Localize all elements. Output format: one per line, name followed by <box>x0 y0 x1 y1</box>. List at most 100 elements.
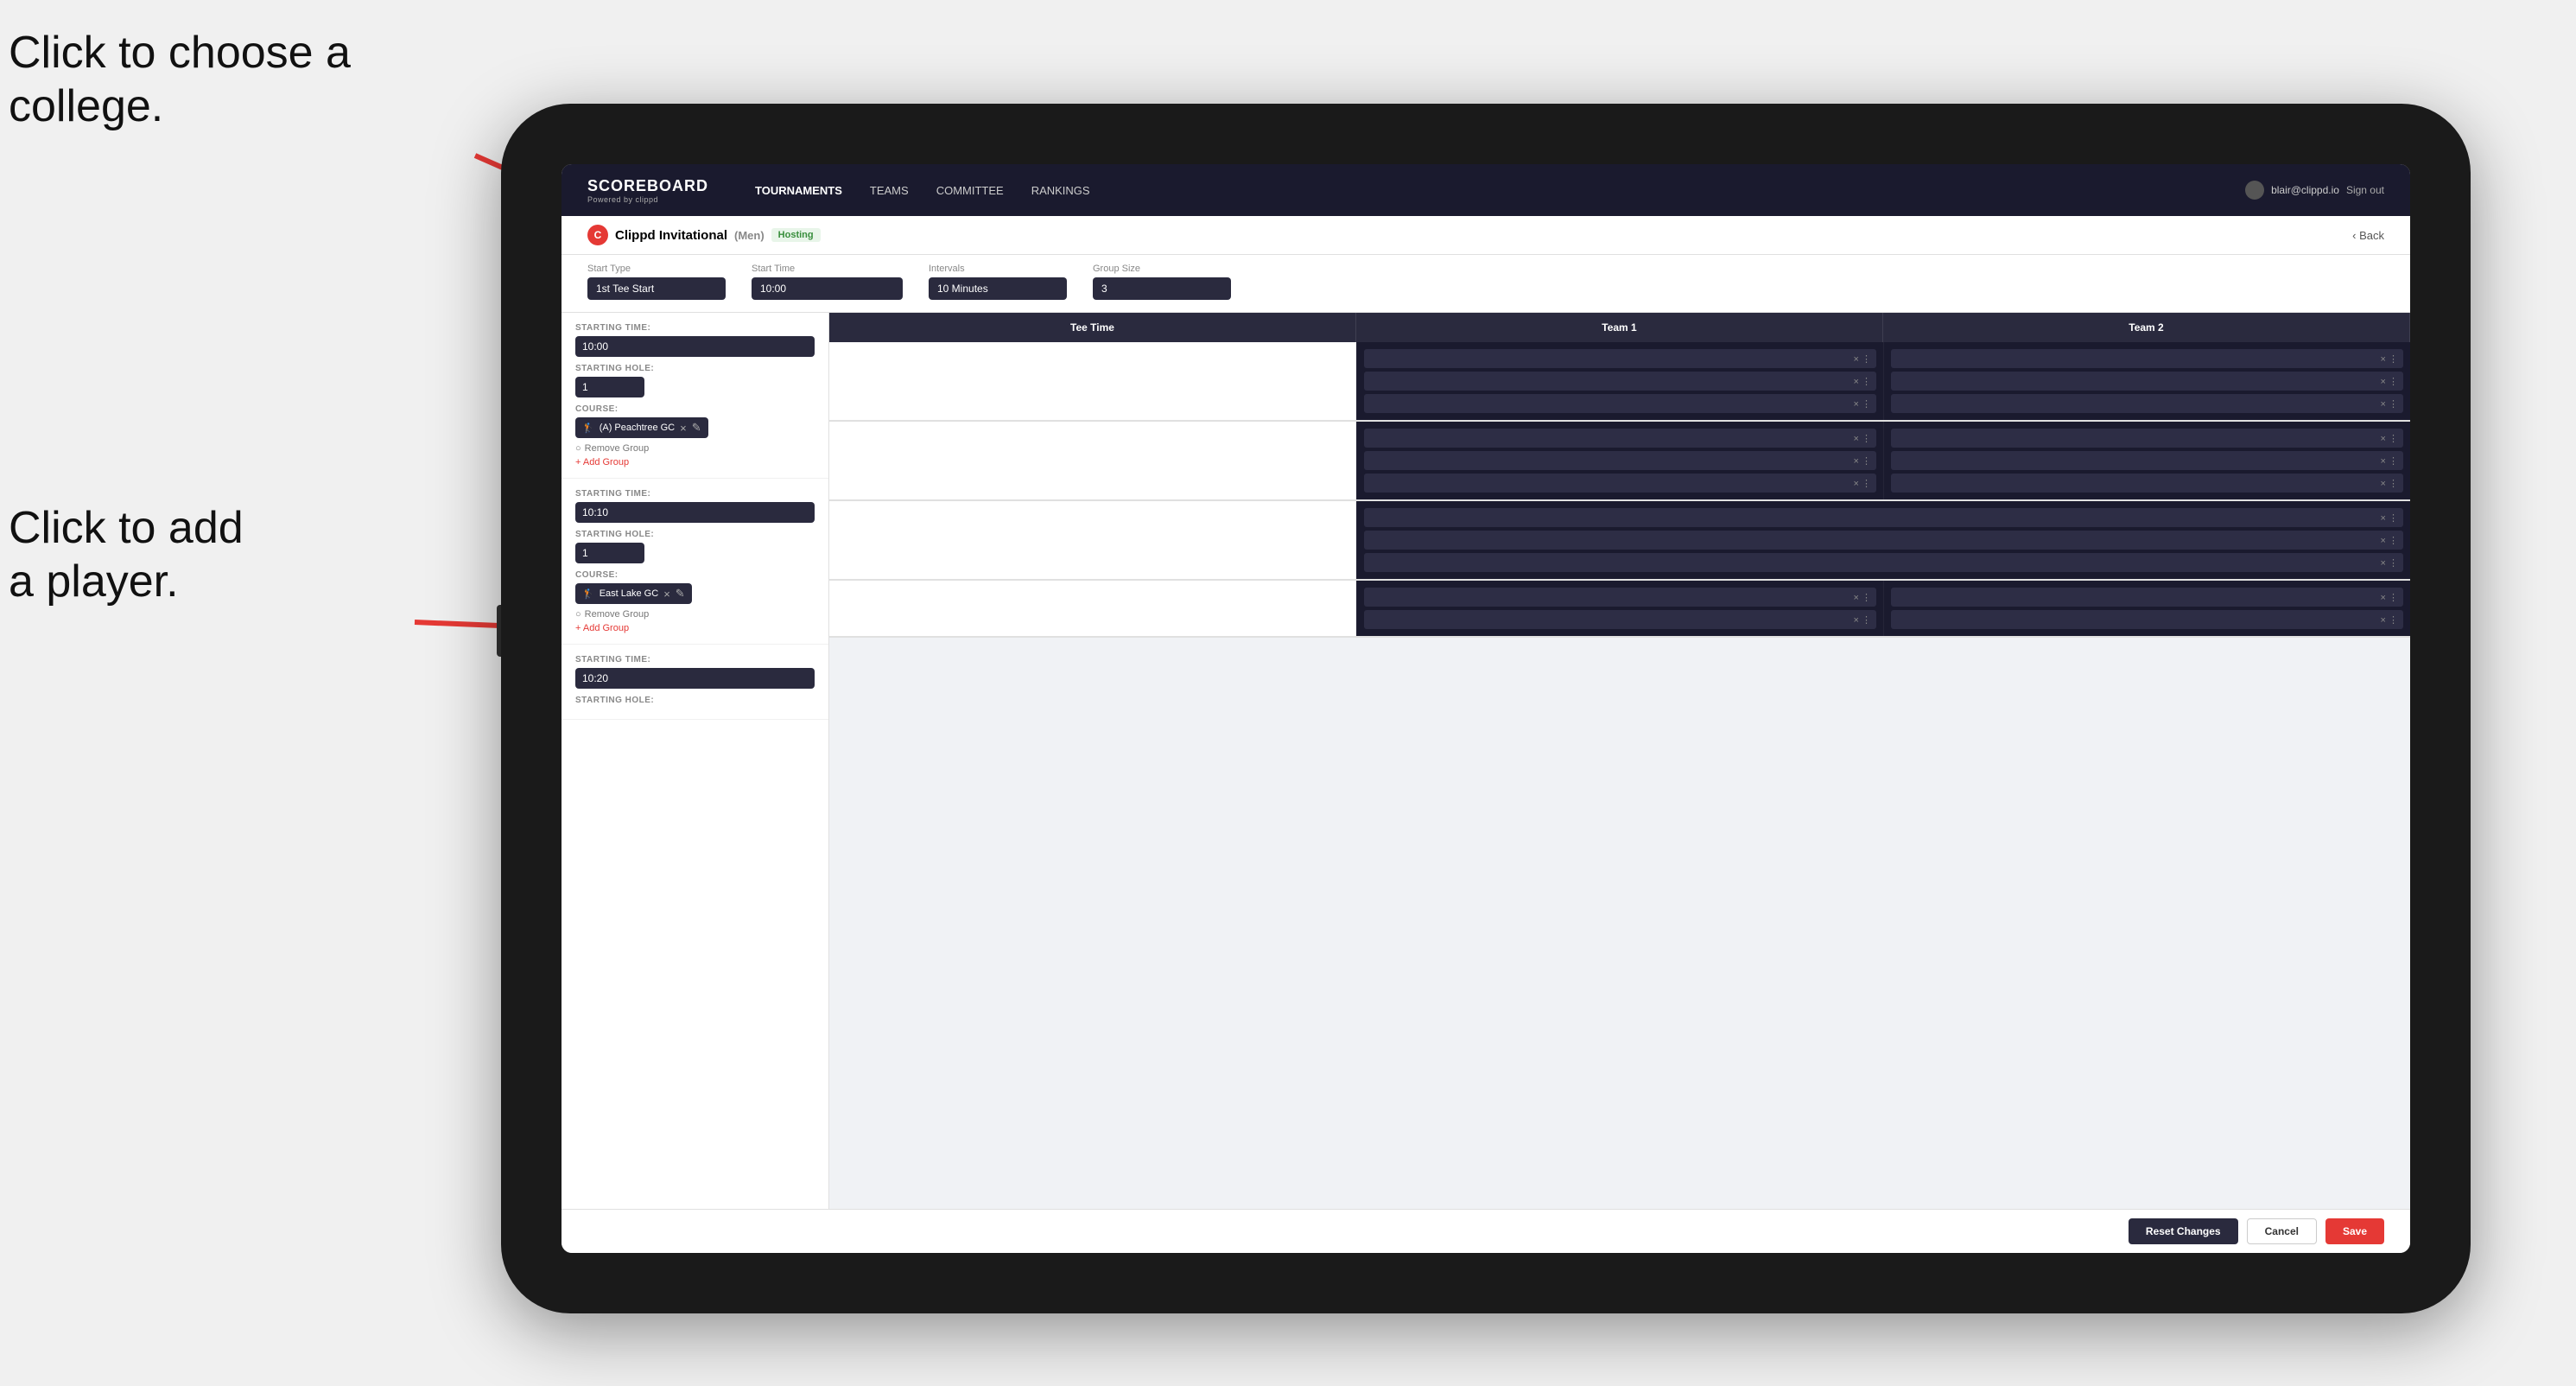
sub-header: C Clippd Invitational (Men) Hosting ‹ Ba… <box>562 216 2410 255</box>
group-size-label: Group Size <box>1093 264 1231 274</box>
nav-link-teams[interactable]: TEAMS <box>858 179 921 202</box>
schedule-row-1: × ⋮ × ⋮ × ⋮ × ⋮ × <box>829 342 2410 422</box>
remove-group-link-2[interactable]: ○Remove Group <box>575 609 815 620</box>
reset-button[interactable]: Reset Changes <box>2129 1218 2238 1244</box>
tee-time-cell-4 <box>829 581 1356 636</box>
controls-row: Start Type 1st Tee Start Start Time Inte… <box>562 255 2410 313</box>
player-slot-x-icon-2[interactable]: × ⋮ <box>1854 376 1871 387</box>
starting-hole-select-2[interactable]: 1 <box>575 543 644 563</box>
main-content: STARTING TIME: 10:00 STARTING HOLE: 1 CO… <box>562 313 2410 1209</box>
tournament-logo: C <box>587 225 608 245</box>
player-slot-r2-2-2[interactable]: × ⋮ <box>1891 451 2403 470</box>
nav-sign-out[interactable]: Sign out <box>2346 184 2384 196</box>
annotation-choose-college: Click to choose a college. <box>9 26 351 134</box>
intervals-group: Intervals 10 Minutes <box>929 264 1067 300</box>
start-type-select[interactable]: 1st Tee Start <box>587 277 726 300</box>
player-slot-r4-1-1[interactable]: × ⋮ <box>1364 588 1876 607</box>
cancel-button[interactable]: Cancel <box>2247 1218 2317 1244</box>
header-tee-time: Tee Time <box>829 313 1356 342</box>
starting-hole-label-3: STARTING HOLE: <box>575 696 815 705</box>
player-slot-r2-2-1[interactable]: × ⋮ <box>1891 429 2403 448</box>
footer: Reset Changes Cancel Save <box>562 1209 2410 1253</box>
tablet-screen: SCOREBOARD Powered by clippd TOURNAMENTS… <box>562 164 2410 1253</box>
player-slot-2-3[interactable]: × ⋮ <box>1891 394 2403 413</box>
player-slot-2-1[interactable]: × ⋮ <box>1891 349 2403 368</box>
team1-cell-3: × ⋮ × ⋮ × ⋮ <box>1356 501 2410 579</box>
tournament-title: C Clippd Invitational (Men) Hosting <box>587 225 821 245</box>
tee-time-cell-1 <box>829 342 1356 420</box>
team1-cell-4: × ⋮ × ⋮ <box>1356 581 1883 636</box>
course-remove-icon-2[interactable]: × <box>663 588 670 601</box>
team1-cell-1: × ⋮ × ⋮ × ⋮ <box>1356 342 1883 420</box>
team2-cell-1: × ⋮ × ⋮ × ⋮ <box>1883 342 2410 420</box>
save-button[interactable]: Save <box>2325 1218 2384 1244</box>
schedule-header: Tee Time Team 1 Team 2 <box>829 313 2410 342</box>
annotation-add-player: Click to add a player. <box>9 501 244 609</box>
tee-time-cell-3 <box>829 501 1356 579</box>
starting-hole-select-1[interactable]: 1 <box>575 377 644 397</box>
add-group-link-1[interactable]: + Add Group <box>575 457 815 467</box>
course-label-1: COURSE: <box>575 404 815 414</box>
tablet-frame: SCOREBOARD Powered by clippd TOURNAMENTS… <box>501 104 2471 1313</box>
team1-cell-2: × ⋮ × ⋮ × ⋮ <box>1356 422 1883 499</box>
starting-time-select-3[interactable]: 10:20 <box>575 668 815 689</box>
nav-logo: SCOREBOARD Powered by clippd <box>587 177 708 204</box>
player-slot-r2-1-3[interactable]: × ⋮ <box>1364 474 1876 493</box>
player-slot-r2-1-1[interactable]: × ⋮ <box>1364 429 1876 448</box>
starting-time-select-1[interactable]: 10:00 <box>575 336 815 357</box>
nav-avatar <box>2245 181 2264 200</box>
starting-time-row-2: 10:10 <box>575 502 815 523</box>
group-size-select[interactable]: 3 <box>1093 277 1231 300</box>
remove-group-link-1[interactable]: ○Remove Group <box>575 443 815 454</box>
player-slot-1-2[interactable]: × ⋮ <box>1364 372 1876 391</box>
player-slot-1-1[interactable]: × ⋮ <box>1364 349 1876 368</box>
nav-links: TOURNAMENTS TEAMS COMMITTEE RANKINGS <box>743 179 2245 202</box>
course-edit-icon-2[interactable]: ✎ <box>676 587 685 601</box>
player-slot-x-icon[interactable]: × ⋮ <box>1854 353 1871 365</box>
intervals-select[interactable]: 10 Minutes <box>929 277 1067 300</box>
nav-link-tournaments[interactable]: TOURNAMENTS <box>743 179 854 202</box>
player-slot-r4-2-1[interactable]: × ⋮ <box>1891 588 2403 607</box>
starting-time-select-2[interactable]: 10:10 <box>575 502 815 523</box>
tournament-name: Clippd Invitational <box>615 228 727 243</box>
team2-cell-4: × ⋮ × ⋮ <box>1883 581 2410 636</box>
tournament-gender: (Men) <box>734 229 765 242</box>
player-slot-r3-3[interactable]: × ⋮ <box>1364 553 2403 572</box>
start-time-label: Start Time <box>752 264 903 274</box>
add-group-link-2[interactable]: + Add Group <box>575 623 815 633</box>
nav-user-email: blair@clippd.io <box>2271 184 2339 196</box>
player-slot-r3-1[interactable]: × ⋮ <box>1364 508 2403 527</box>
annotation-line4: a player. <box>9 556 179 607</box>
player-slot-r2-1-2[interactable]: × ⋮ <box>1364 451 1876 470</box>
schedule-grid: Tee Time Team 1 Team 2 × ⋮ × ⋮ <box>829 313 2410 1209</box>
group-size-group: Group Size 3 <box>1093 264 1231 300</box>
schedule-row-3: × ⋮ × ⋮ × ⋮ <box>829 501 2410 581</box>
player-slot-1-3[interactable]: × ⋮ <box>1364 394 1876 413</box>
schedule-row-2: × ⋮ × ⋮ × ⋮ × ⋮ × <box>829 422 2410 501</box>
player-slot-r2-2-3[interactable]: × ⋮ <box>1891 474 2403 493</box>
header-team2: Team 2 <box>1883 313 2410 342</box>
player-slot-r4-2-2[interactable]: × ⋮ <box>1891 610 2403 629</box>
nav-right: blair@clippd.io Sign out <box>2245 181 2384 200</box>
player-slot-r4-1-2[interactable]: × ⋮ <box>1364 610 1876 629</box>
starting-hole-label-1: STARTING HOLE: <box>575 364 815 373</box>
starting-time-label-2: STARTING TIME: <box>575 489 815 499</box>
starting-time-row-1: 10:00 <box>575 336 815 357</box>
group-section-1: STARTING TIME: 10:00 STARTING HOLE: 1 CO… <box>562 313 828 479</box>
back-button[interactable]: ‹ Back <box>2352 229 2384 242</box>
player-slot-2-2[interactable]: × ⋮ <box>1891 372 2403 391</box>
left-panel: STARTING TIME: 10:00 STARTING HOLE: 1 CO… <box>562 313 829 1209</box>
player-slot-r3-2[interactable]: × ⋮ <box>1364 531 2403 550</box>
nav-link-rankings[interactable]: RANKINGS <box>1019 179 1102 202</box>
player-slot-x-icon-3[interactable]: × ⋮ <box>1854 398 1871 410</box>
nav-link-committee[interactable]: COMMITTEE <box>924 179 1016 202</box>
header-team1: Team 1 <box>1356 313 1883 342</box>
starting-hole-label-2: STARTING HOLE: <box>575 530 815 539</box>
course-edit-icon-1[interactable]: ✎ <box>692 421 701 435</box>
course-remove-icon-1[interactable]: × <box>680 422 687 435</box>
annotation-line1: Click to choose a <box>9 28 351 78</box>
start-time-input[interactable] <box>752 277 903 300</box>
start-time-group: Start Time <box>752 264 903 300</box>
course-tag-2: 🏌 East Lake GC × ✎ <box>575 583 692 604</box>
starting-hole-row-2: 1 <box>575 543 815 563</box>
